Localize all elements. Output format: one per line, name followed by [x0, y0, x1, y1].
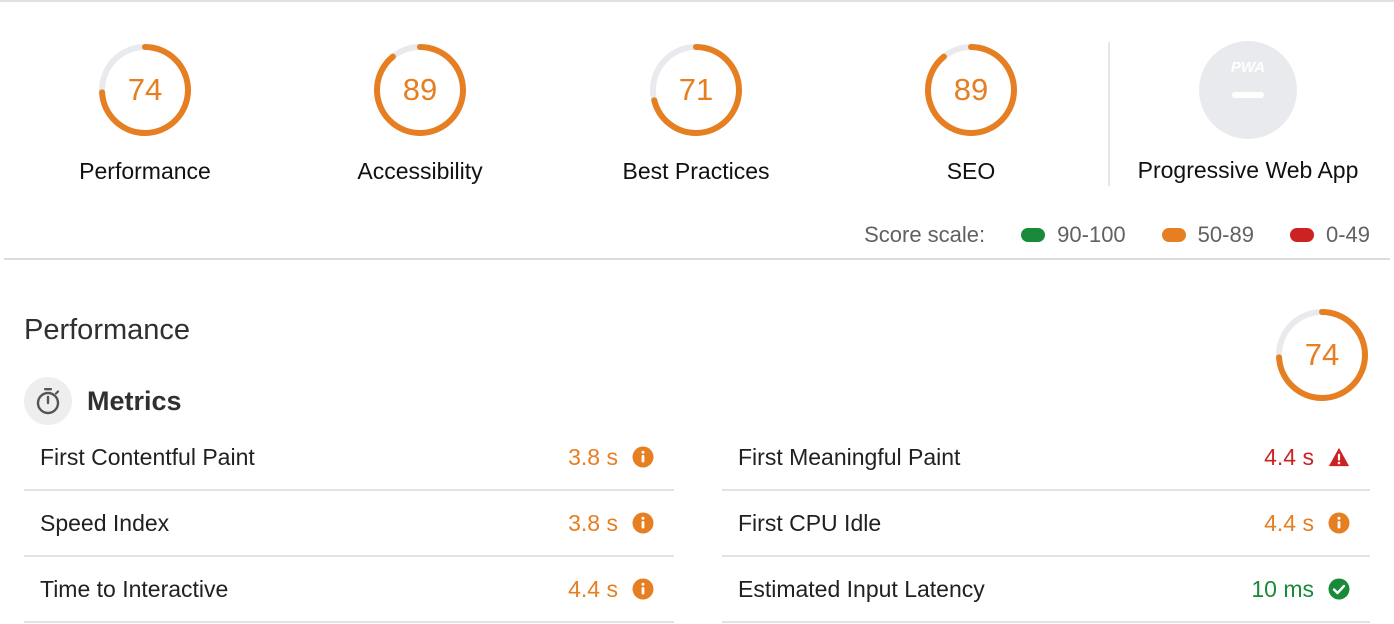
gauge-ring: 89	[370, 40, 470, 140]
scale-item-average: 50-89	[1161, 222, 1254, 248]
gauge-label: Accessibility	[357, 158, 483, 184]
gauge-score: 74	[1304, 337, 1340, 372]
performance-score-gauge[interactable]: 74	[1272, 305, 1372, 405]
check-circle-icon	[1328, 578, 1350, 600]
metric-value: 3.8 s	[568, 443, 618, 470]
metric-value: 3.8 s	[568, 509, 618, 536]
top-divider	[0, 0, 1394, 2]
metric-label: First CPU Idle	[738, 509, 882, 536]
metric-label: Speed Index	[40, 509, 170, 536]
gauge-score: 89	[953, 72, 989, 107]
info-icon	[632, 512, 654, 534]
metric-row[interactable]: Speed Index 3.8 s	[24, 491, 674, 557]
info-icon	[1328, 512, 1350, 534]
metric-row[interactable]: First CPU Idle 4.4 s	[722, 491, 1370, 557]
gauge-score: 74	[127, 72, 163, 107]
metric-label: Estimated Input Latency	[738, 575, 985, 602]
gauge-score: 71	[678, 72, 714, 107]
fail-swatch-icon	[1289, 228, 1314, 242]
gauge-ring: 89	[921, 40, 1021, 140]
metric-row[interactable]: First Meaningful Paint 4.4 s	[722, 425, 1370, 491]
metric-value: 4.4 s	[1264, 509, 1314, 536]
scale-item-pass: 90-100	[1021, 222, 1126, 248]
gauge-label: Performance	[79, 158, 211, 184]
score-scale-label: Score scale:	[864, 222, 986, 247]
scale-range-label: 90-100	[1057, 222, 1126, 247]
gauge-group-divider	[1108, 42, 1110, 186]
section-title: Performance	[24, 314, 191, 346]
metric-row[interactable]: Estimated Input Latency 10 ms	[722, 557, 1370, 623]
gauge-accessibility[interactable]: 89 Accessibility	[320, 40, 520, 190]
metric-row[interactable]: Time to Interactive 4.4 s	[24, 557, 674, 623]
metric-label: First Contentful Paint	[40, 443, 255, 470]
pwa-badge-text: PWA	[1230, 59, 1266, 76]
gauge-seo[interactable]: 89 SEO	[871, 40, 1071, 190]
metrics-header: Metrics	[24, 377, 182, 425]
gauge-score: 89	[402, 72, 438, 107]
metric-value: 4.4 s	[568, 575, 618, 602]
metric-label: Time to Interactive	[40, 575, 229, 602]
metric-row[interactable]: First Contentful Paint 3.8 s	[24, 425, 674, 491]
metric-value: 10 ms	[1251, 575, 1314, 602]
gauge-label: Progressive Web App	[1137, 157, 1359, 183]
info-icon	[632, 446, 654, 468]
gauge-ring: 74	[1272, 305, 1372, 405]
scale-item-fail: 0-49	[1289, 222, 1370, 248]
info-icon	[632, 578, 654, 600]
warning-triangle-icon	[1328, 446, 1350, 468]
pass-swatch-icon	[1021, 228, 1046, 242]
gauge-ring: 74	[95, 40, 195, 140]
stopwatch-icon	[24, 377, 72, 425]
scale-range-label: 0-49	[1325, 222, 1370, 247]
metric-value: 4.4 s	[1264, 443, 1314, 470]
gauge-performance[interactable]: 74 Performance	[45, 40, 245, 190]
gauge-label: Best Practices	[622, 158, 770, 184]
metrics-title: Metrics	[87, 385, 182, 416]
gauge-best-practices[interactable]: 71 Best Practices	[596, 40, 796, 190]
average-swatch-icon	[1161, 228, 1186, 242]
pwa-dash	[1232, 92, 1264, 98]
metric-label: First Meaningful Paint	[738, 443, 961, 470]
scale-range-label: 50-89	[1197, 222, 1254, 247]
gauge-label: SEO	[946, 158, 996, 184]
gauge-pwa[interactable]: PWA Progressive Web App	[1138, 40, 1358, 190]
gauge-ring: 71	[646, 40, 746, 140]
score-scale: Score scale: 90-100 50-89 0-49	[864, 220, 1370, 250]
pwa-badge-icon: PWA	[1199, 41, 1297, 139]
section-divider	[4, 258, 1390, 260]
